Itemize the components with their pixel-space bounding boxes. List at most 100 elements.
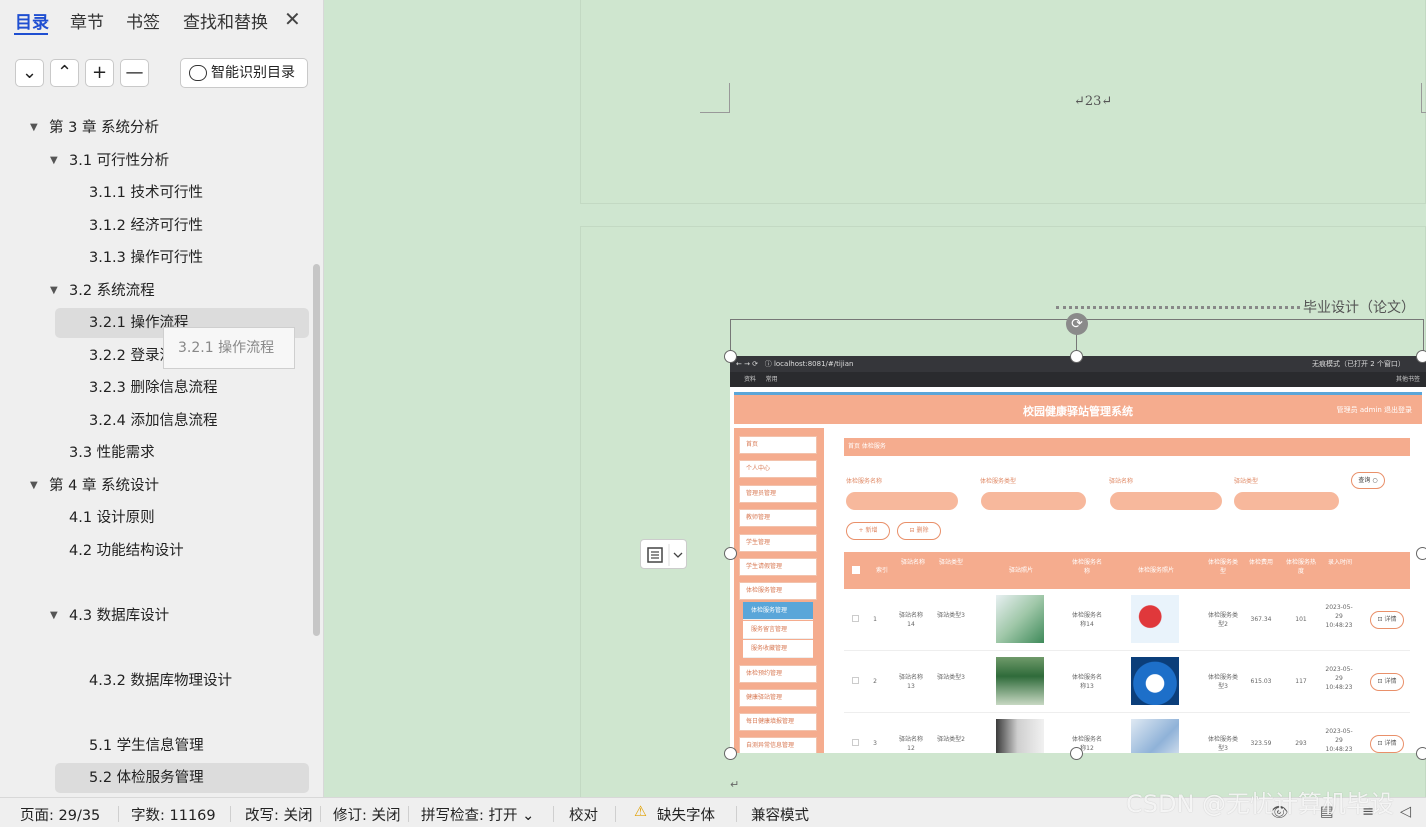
toc-item-label: 第 3 章 系统分析	[49, 120, 160, 136]
resize-handle[interactable]	[1416, 547, 1426, 560]
missing-font-button[interactable]: 缺失字体	[657, 804, 715, 825]
resize-handle[interactable]	[724, 547, 737, 560]
toc-item[interactable]: 3.1.3 操作可行性	[89, 244, 203, 272]
rotate-handle-icon[interactable]: ⟳	[1066, 313, 1088, 335]
incognito-label: 无痕模式（已打开 2 个窗口）	[1312, 360, 1405, 368]
tab-chapters[interactable]: 章节	[70, 8, 104, 33]
resize-handle[interactable]	[724, 747, 737, 760]
toc-item[interactable]: 3.2.3 删除信息流程	[89, 374, 218, 402]
page-header-text: 毕业设计（论文）	[1303, 300, 1415, 316]
toc-item[interactable]: 3.1.2 经济可行性	[89, 212, 203, 240]
page-corner-mark	[1421, 83, 1426, 113]
resize-handle[interactable]	[724, 350, 737, 363]
cell: 323.59	[1250, 740, 1272, 747]
word-count[interactable]: 字数: 11169	[131, 804, 216, 825]
toc-item-label: 4.3 数据库设计	[69, 608, 170, 624]
filter-input	[981, 492, 1086, 510]
toc-item[interactable]: 3.3 性能需求	[69, 439, 155, 467]
cell: 367.34	[1250, 616, 1272, 623]
column-header: 索引	[875, 567, 888, 574]
add-heading-button[interactable]: +	[85, 59, 114, 87]
app-query-button: 查询 ○	[1351, 472, 1385, 489]
app-table-header: 索引 驿站名称 驿站类型 驿站照片 体检服务名称 体检服务照片 体检服务类型 体…	[844, 552, 1410, 589]
embedded-screenshot[interactable]: ← → ⟳ ⓘ localhost:8081/#/tijian 无痕模式（已打开…	[730, 356, 1426, 753]
toc-item[interactable]: ▼ 3.1 可行性分析	[50, 147, 169, 175]
app-add-button: + 新增	[846, 522, 890, 540]
column-header: 体检服务照片	[1137, 567, 1174, 574]
close-icon[interactable]: ✕	[284, 7, 301, 31]
resize-handle[interactable]	[1416, 350, 1426, 363]
service-photo	[1131, 657, 1179, 705]
toc-item[interactable]: 4.3.2 数据库物理设计	[89, 667, 232, 695]
toc-item[interactable]: 3.1.1 技术可行性	[89, 179, 203, 207]
column-header: 驿站照片	[1008, 567, 1033, 574]
cell: 驿站名称13	[898, 674, 923, 690]
cell: 驿站类型2	[937, 736, 965, 743]
compat-mode: 兼容模式	[751, 808, 809, 824]
collapse-all-button[interactable]: ⌄	[15, 59, 44, 87]
divider	[118, 806, 119, 822]
tab-toc[interactable]: 目录	[15, 8, 49, 33]
tab-find-replace[interactable]: 查找和替换	[183, 8, 268, 33]
toc-item-selected[interactable]: 5.2 体检服务管理	[89, 764, 204, 792]
toc-item[interactable]: 4.1 设计原则	[69, 504, 155, 532]
proofread-button[interactable]: 校对	[569, 804, 598, 825]
expand-triangle-icon[interactable]: ▼	[50, 147, 58, 175]
resize-handle[interactable]	[1070, 747, 1083, 760]
toc-item[interactable]: ▼ 第 4 章 系统设计	[30, 472, 159, 500]
filter-label: 驿站类型	[1234, 478, 1259, 485]
cell: 2	[873, 678, 877, 685]
smart-toc-button[interactable]: 智能识别目录	[180, 58, 308, 88]
cell: 体检服务类型3	[1208, 674, 1239, 690]
column-header: 体检服务类型	[1207, 559, 1238, 575]
filter-label: 驿站名称	[1109, 478, 1134, 485]
app-menu-item: 健康驿站管理	[739, 689, 817, 707]
app-submenu-item: 服务留言管理	[743, 621, 813, 639]
panel-tabs: 目录 章节 书签 查找和替换 ✕	[0, 0, 324, 40]
page-counter[interactable]: 页面: 29/35	[20, 804, 100, 825]
active-tab-indicator	[14, 33, 48, 35]
toc-item[interactable]: ▼ 4.3 数据库设计	[50, 602, 169, 630]
resize-handle[interactable]	[1070, 350, 1083, 363]
csdn-watermark: CSDN @无忧计算机毕设	[1126, 790, 1395, 818]
filter-input	[1110, 492, 1222, 510]
column-header: 体检服务热度	[1285, 559, 1316, 575]
expand-all-button[interactable]: ⌃	[50, 59, 79, 87]
checkbox	[852, 739, 859, 746]
toc-scrollbar[interactable]	[313, 264, 320, 636]
ai-icon	[189, 65, 207, 81]
chevron-down-icon: ⌄	[21, 62, 38, 83]
checkbox	[852, 615, 859, 622]
divider	[230, 806, 231, 822]
expand-triangle-icon[interactable]: ▼	[50, 277, 58, 305]
app-breadcrumb: 首页 体检服务	[844, 438, 1410, 456]
smart-toc-label: 智能识别目录	[211, 65, 295, 81]
toc-item[interactable]: ▼ 3.2 系统流程	[50, 277, 155, 305]
service-photo	[1131, 719, 1179, 753]
cell: 体检服务名称14	[1072, 612, 1103, 628]
toc-item[interactable]: ▼ 第 3 章 系统分析	[30, 114, 159, 142]
tab-bookmarks[interactable]: 书签	[126, 8, 160, 33]
overwrite-toggle[interactable]: 改写: 关闭	[245, 804, 313, 825]
app-menu-item: 学生请假管理	[739, 558, 817, 576]
app-menu-item: 自测异常信息管理	[739, 737, 817, 753]
toc-item-label: 3.1 可行性分析	[69, 153, 170, 169]
layout-options-button[interactable]	[640, 539, 687, 569]
toc-item[interactable]: 5.1 学生信息管理	[89, 732, 204, 760]
expand-triangle-icon[interactable]: ▼	[30, 114, 38, 142]
spell-check-dropdown[interactable]: 拼写检查: 打开 ⌄	[421, 804, 534, 825]
station-photo	[996, 595, 1044, 643]
divider	[553, 806, 554, 822]
remove-heading-button[interactable]: —	[120, 59, 149, 87]
toc-item[interactable]: 4.2 功能结构设计	[69, 537, 184, 565]
expand-triangle-icon[interactable]: ▼	[50, 602, 58, 630]
plus-icon: +	[91, 62, 108, 83]
cell: 体检服务名称13	[1072, 674, 1103, 690]
resize-handle[interactable]	[1416, 747, 1426, 760]
column-header: 录入时间	[1327, 559, 1352, 566]
track-changes-toggle[interactable]: 修订: 关闭	[333, 804, 401, 825]
expand-triangle-icon[interactable]: ▼	[30, 472, 38, 500]
toc-item[interactable]: 3.2.4 添加信息流程	[89, 407, 218, 435]
warning-icon: ⚠	[634, 804, 647, 820]
read-mode-icon[interactable]: ◁	[1400, 804, 1411, 820]
